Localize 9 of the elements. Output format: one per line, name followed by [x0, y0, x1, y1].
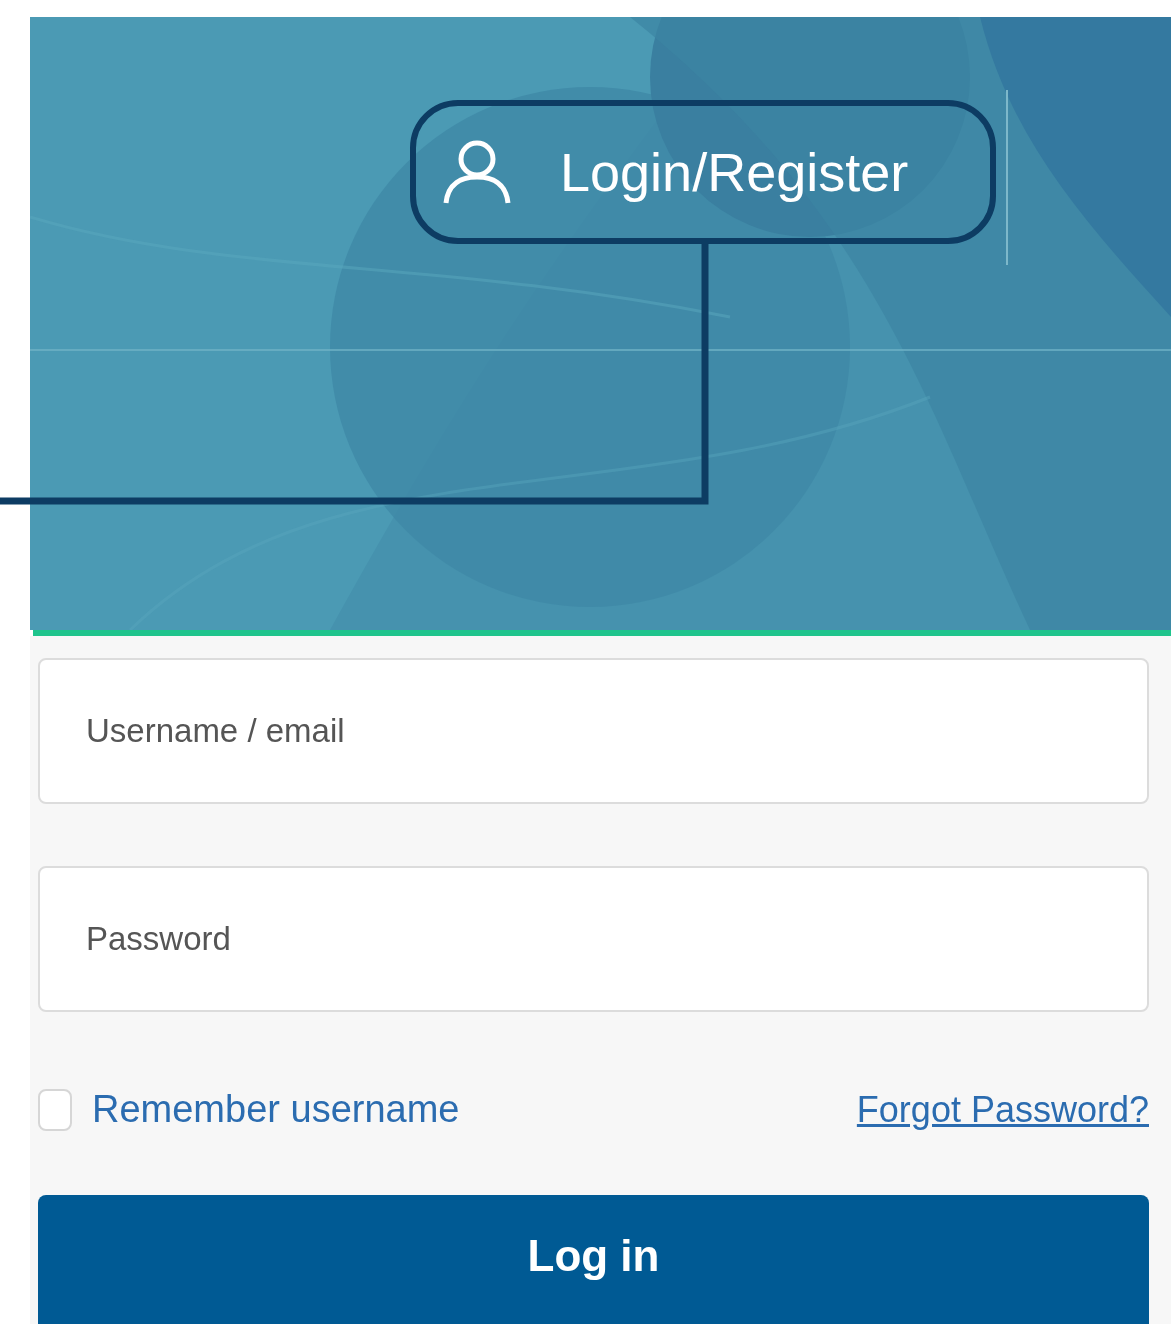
- login-register-label: Login/Register: [560, 141, 909, 203]
- login-register-callout[interactable]: Login/Register: [410, 100, 996, 244]
- remember-checkbox[interactable]: [38, 1088, 72, 1131]
- user-icon: [442, 139, 512, 205]
- password-field[interactable]: Password: [38, 866, 1149, 1012]
- forgot-password-link[interactable]: Forgot Password?: [856, 1088, 1149, 1131]
- login-button[interactable]: Log in: [38, 1195, 1149, 1324]
- username-field[interactable]: Username / email: [38, 658, 1149, 804]
- remember-label: Remember username: [92, 1088, 460, 1131]
